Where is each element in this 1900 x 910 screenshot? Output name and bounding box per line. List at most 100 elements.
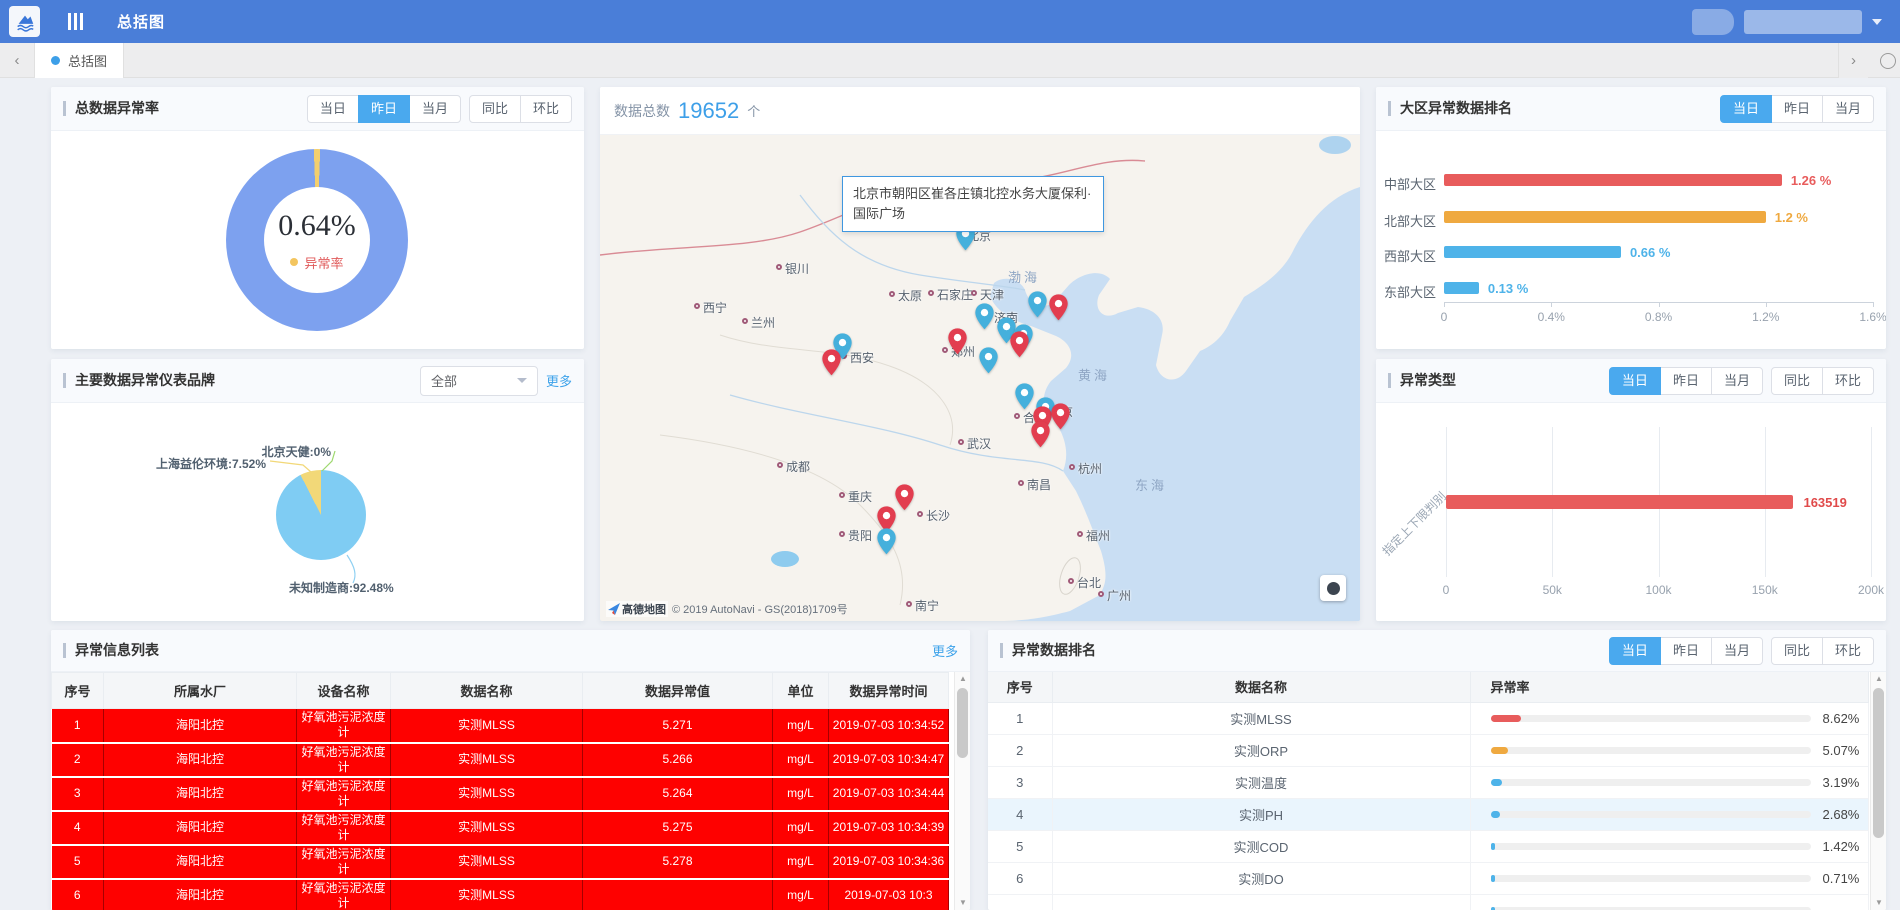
x-axis-tick: 200k: [1858, 583, 1884, 597]
pie-label-zero: 北京天健:0%: [262, 443, 331, 460]
table-row[interactable]: 5海阳北控好氧池污泥浓度计实测MLSS5.278mg/L2019-07-03 1…: [52, 845, 949, 879]
table-row[interactable]: 1海阳北控好氧池污泥浓度计实测MLSS5.271mg/L2019-07-03 1…: [52, 709, 949, 743]
filter-month-button[interactable]: 当月: [409, 95, 461, 123]
table-cell: 海阳北控: [104, 743, 297, 777]
city-dot-icon: [928, 290, 934, 296]
scroll-up-icon[interactable]: ▲: [1871, 672, 1886, 686]
tab-overview[interactable]: 总括图: [34, 43, 124, 78]
scroll-down-icon[interactable]: ▼: [1871, 896, 1886, 910]
brand-filter-select[interactable]: 全部: [420, 366, 538, 396]
rate-bar-fill: [1491, 747, 1509, 754]
city-dot-icon: [1098, 591, 1104, 597]
map-city-marker: 杭州: [1069, 464, 1075, 470]
filter-yesterday-button[interactable]: 昨日: [1660, 637, 1712, 665]
map-pin-blue[interactable]: [974, 302, 995, 336]
x-axis-tick: 50k: [1543, 583, 1562, 597]
region-bar[interactable]: [1444, 174, 1782, 186]
filter-month-button[interactable]: 当月: [1822, 95, 1874, 123]
types-bar[interactable]: [1446, 495, 1793, 509]
filter-mom-button[interactable]: 环比: [1822, 637, 1874, 665]
pin-icon: [876, 527, 897, 556]
region-bar-value: 1.2 %: [1775, 210, 1808, 225]
map-pin-red[interactable]: [1030, 420, 1051, 454]
filter-yesterday-button[interactable]: 昨日: [1771, 95, 1823, 123]
rank-scrollbar[interactable]: ▲ ▼: [1870, 672, 1886, 910]
user-avatar[interactable]: [1692, 9, 1734, 35]
data-name-cell: 实测PH: [1052, 798, 1470, 830]
list-scrollbar[interactable]: ▲ ▼: [954, 672, 970, 910]
filter-month-button[interactable]: 当月: [1711, 637, 1763, 665]
panel-title: 异常类型: [1388, 373, 1456, 388]
map-pin-blue[interactable]: [978, 346, 999, 380]
pin-icon: [1048, 293, 1069, 322]
table-row[interactable]: 6海阳北控好氧池污泥浓度计实测MLSSmg/L2019-07-03 10:3: [52, 879, 949, 910]
city-dot-icon: [906, 601, 912, 607]
region-bar[interactable]: [1444, 211, 1766, 223]
data-name-cell: 实测COD: [1052, 830, 1470, 862]
panel-title: 主要数据异常仪表品牌: [63, 373, 215, 388]
table-row[interactable]: 3实测温度3.19%: [988, 766, 1868, 798]
donut-center: 0.64% 异常率: [264, 187, 370, 293]
table-row[interactable]: 4海阳北控好氧池污泥浓度计实测MLSS5.275mg/L2019-07-03 1…: [52, 811, 949, 845]
map-pin-blue[interactable]: [876, 527, 897, 561]
filter-month-button[interactable]: 当月: [1711, 367, 1763, 395]
table-row[interactable]: 2实测ORP5.07%: [988, 734, 1868, 766]
brand-more-link[interactable]: 更多: [546, 371, 572, 390]
legend-dot-icon: [290, 258, 298, 266]
region-bar[interactable]: [1444, 246, 1621, 258]
table-row[interactable]: 1实测MLSS8.62%: [988, 702, 1868, 734]
filter-today-button[interactable]: 当日: [307, 95, 359, 123]
sea-label: 黄海: [1078, 365, 1110, 384]
donut-legend[interactable]: 异常率: [290, 253, 343, 272]
filter-yoy-button[interactable]: 同比: [1771, 367, 1823, 395]
table-row[interactable]: 6实测DO0.71%: [988, 862, 1868, 894]
city-label: 石家庄: [937, 286, 973, 303]
city-label: 福州: [1086, 527, 1110, 544]
user-dropdown-caret-icon[interactable]: [1872, 19, 1882, 25]
table-row[interactable]: 2海阳北控好氧池污泥浓度计实测MLSS5.266mg/L2019-07-03 1…: [52, 743, 949, 777]
map-pin-red[interactable]: [947, 327, 968, 361]
select-value: 全部: [431, 371, 457, 390]
table-row[interactable]: 5实测COD1.42%: [988, 830, 1868, 862]
user-name[interactable]: [1744, 10, 1862, 34]
scroll-down-icon[interactable]: ▼: [955, 896, 970, 910]
filter-today-button[interactable]: 当日: [1720, 95, 1772, 123]
rate-bar: 3.19%: [1471, 775, 1868, 790]
table-row[interactable]: [988, 894, 1868, 910]
tabs-scroll-left-icon[interactable]: ‹: [0, 52, 34, 69]
map-pin-red[interactable]: [894, 483, 915, 517]
tabs-options-icon[interactable]: [1880, 53, 1896, 69]
list-more-link[interactable]: 更多: [932, 641, 958, 660]
filter-today-button[interactable]: 当日: [1609, 367, 1661, 395]
filter-yesterday-button[interactable]: 昨日: [1660, 367, 1712, 395]
map-city-marker: 太原: [889, 291, 895, 297]
map-pin-blue[interactable]: [1027, 290, 1048, 324]
map-pin-red[interactable]: [821, 348, 842, 382]
table-row[interactable]: 3海阳北控好氧池污泥浓度计实测MLSS5.264mg/L2019-07-03 1…: [52, 777, 949, 811]
sidebar-toggle-icon[interactable]: [68, 13, 83, 30]
filter-yoy-button[interactable]: 同比: [1771, 637, 1823, 665]
region-bar-value: 1.26 %: [1791, 173, 1831, 188]
app-logo-icon[interactable]: [9, 6, 40, 37]
x-axis-tickmark: [1766, 302, 1767, 307]
china-map[interactable]: 渤海黄海东海北京银川西宁兰州太原石家庄天津济南郑州西安合肥南京武汉杭州成都重庆南…: [600, 135, 1360, 621]
map-pin-red[interactable]: [1009, 330, 1030, 364]
map-pin-red[interactable]: [1050, 402, 1071, 436]
scroll-up-icon[interactable]: ▲: [955, 672, 970, 686]
pie-circle[interactable]: [276, 470, 366, 560]
filter-today-button[interactable]: 当日: [1609, 637, 1661, 665]
filter-yoy-button[interactable]: 同比: [469, 95, 521, 123]
tabs-scroll-right-icon[interactable]: ›: [1838, 43, 1868, 78]
region-bar[interactable]: [1444, 282, 1479, 294]
scroll-thumb[interactable]: [957, 688, 968, 758]
filter-mom-button[interactable]: 环比: [520, 95, 572, 123]
map-locate-button[interactable]: [1320, 575, 1346, 601]
logo-glyph: [14, 11, 36, 33]
map-city-marker: 天津: [971, 290, 977, 296]
map-pin-red[interactable]: [1048, 293, 1069, 327]
filter-mom-button[interactable]: 环比: [1822, 367, 1874, 395]
filter-yesterday-button[interactable]: 昨日: [358, 95, 410, 123]
scroll-thumb[interactable]: [1873, 688, 1884, 838]
table-row[interactable]: 4实测PH2.68%: [988, 798, 1868, 830]
region-label: 东部大区: [1380, 282, 1436, 301]
